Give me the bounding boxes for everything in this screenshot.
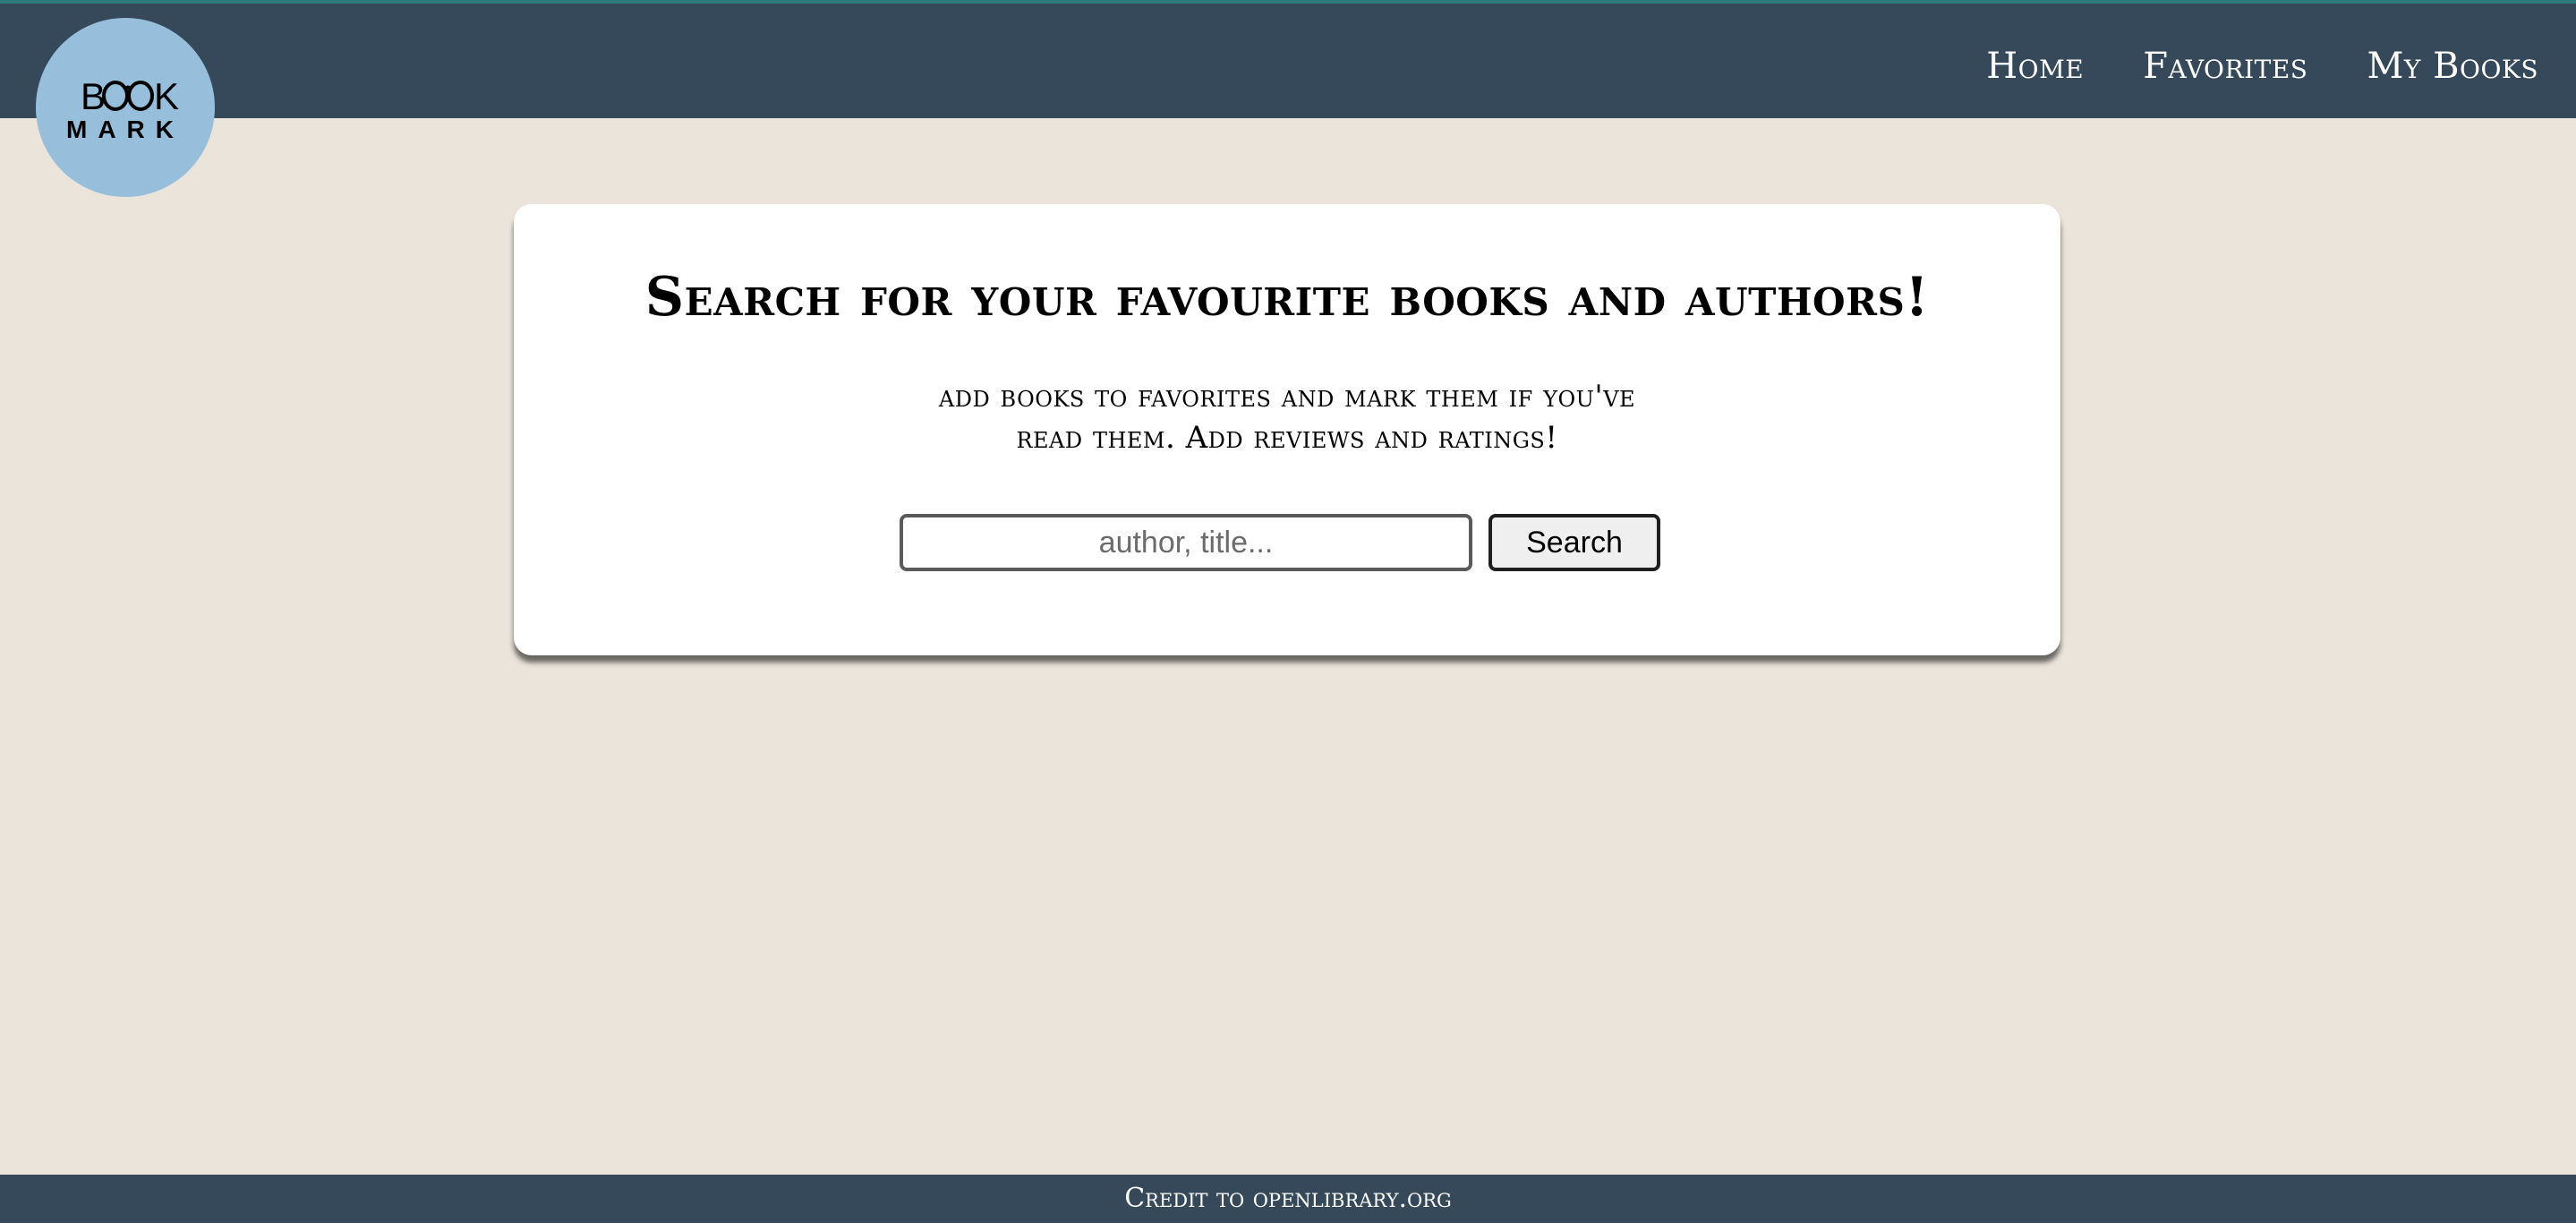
search-form: Search <box>900 514 1660 571</box>
subtitle-line-2: read them. Add reviews and ratings! <box>1016 420 1558 456</box>
page-title: Search for your favourite books and auth… <box>644 266 1930 329</box>
footer: Credit to openlibrary.org <box>0 1175 2576 1223</box>
nav-my-books-link[interactable]: My Books <box>2367 43 2538 90</box>
bookmark-logo[interactable]: B K MARK <box>36 18 215 197</box>
search-card: Search for your favourite books and auth… <box>514 204 2060 655</box>
main-nav: Home Favorites My Books <box>1986 43 2538 90</box>
search-button[interactable]: Search <box>1488 514 1660 571</box>
logo-top-text-k: K <box>154 75 179 117</box>
eyeglasses-icon <box>102 81 154 111</box>
top-navbar: Home Favorites My Books <box>0 0 2576 118</box>
logo-top-text-b: B <box>81 75 106 117</box>
logo-mark: B K MARK <box>66 75 184 143</box>
nav-home-link[interactable]: Home <box>1986 43 2084 90</box>
page-subtitle: add books to favorites and mark them if … <box>514 376 2060 458</box>
search-input[interactable] <box>900 514 1472 571</box>
logo-bottom-text: MARK <box>66 115 184 143</box>
nav-favorites-link[interactable]: Favorites <box>2143 43 2307 90</box>
footer-credit: Credit to openlibrary.org <box>1124 1183 1452 1214</box>
subtitle-line-1: add books to favorites and mark them if … <box>938 379 1636 415</box>
